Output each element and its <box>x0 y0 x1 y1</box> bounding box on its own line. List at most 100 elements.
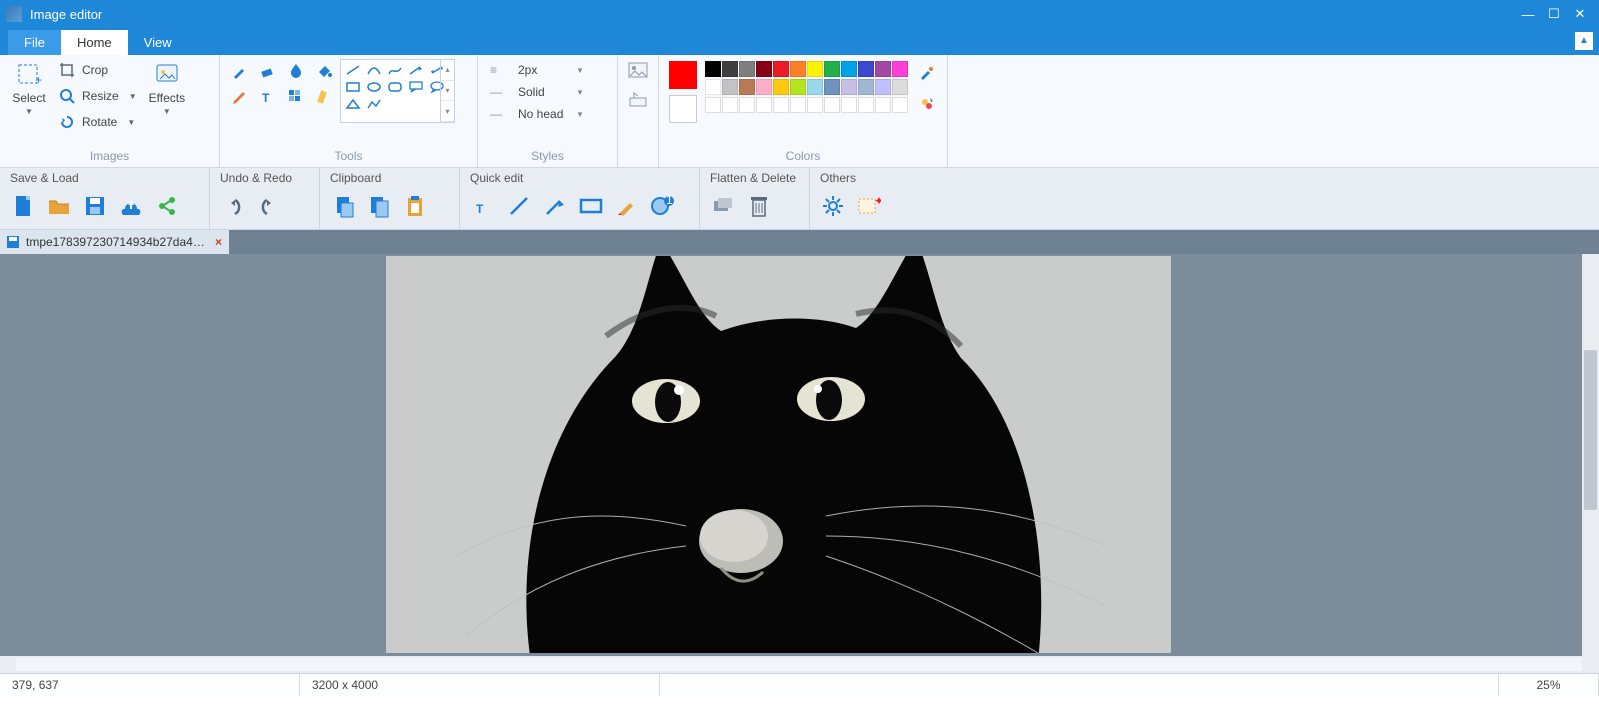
color-swatch[interactable] <box>722 79 738 95</box>
color-swatch[interactable] <box>841 97 857 113</box>
shapes-scroll[interactable]: ▴▾▾ <box>440 60 454 122</box>
eraser-icon[interactable] <box>258 61 278 81</box>
pencil-icon[interactable] <box>230 87 250 107</box>
blur-icon[interactable] <box>286 61 306 81</box>
rectangle-icon[interactable] <box>344 80 362 94</box>
speech-rect-icon[interactable] <box>407 80 425 94</box>
effects-panel-icon[interactable]: ✦ <box>856 193 882 219</box>
curve-icon[interactable] <box>365 63 383 77</box>
image-canvas[interactable] <box>386 256 1171 653</box>
crop-button[interactable]: Crop <box>54 59 141 81</box>
color-swatch[interactable] <box>756 79 772 95</box>
color-swatch[interactable] <box>739 97 755 113</box>
canvas-viewport[interactable] <box>16 256 1540 653</box>
color-swatch[interactable] <box>773 61 789 77</box>
document-tab[interactable]: tmpe178397230714934b27da465c... × <box>0 230 229 254</box>
quick-line-icon[interactable] <box>506 193 532 219</box>
rounded-rect-icon[interactable] <box>386 80 404 94</box>
freehand-icon[interactable] <box>386 63 404 77</box>
quick-highlight-icon[interactable] <box>614 193 640 219</box>
tab-home[interactable]: Home <box>61 30 128 55</box>
tab-view[interactable]: View <box>128 30 188 55</box>
color-swatch[interactable] <box>773 97 789 113</box>
primary-color-swatch[interactable] <box>669 61 697 89</box>
arrow-icon[interactable] <box>407 63 425 77</box>
color-swatch[interactable] <box>705 97 721 113</box>
horizontal-scrollbar[interactable] <box>0 656 1599 673</box>
color-swatch[interactable] <box>824 61 840 77</box>
color-swatch[interactable] <box>722 97 738 113</box>
save-icon[interactable] <box>82 193 108 219</box>
fill-icon[interactable] <box>314 61 334 81</box>
color-swatch[interactable] <box>841 61 857 77</box>
undo-icon[interactable] <box>220 193 246 219</box>
open-folder-icon[interactable] <box>46 193 72 219</box>
color-swatch[interactable] <box>790 61 806 77</box>
vertical-scrollbar[interactable] <box>1582 254 1599 656</box>
color-swatch[interactable] <box>705 79 721 95</box>
minimize-button[interactable]: — <box>1515 4 1541 24</box>
line-icon[interactable] <box>344 63 362 77</box>
quick-counter-icon[interactable]: 1 <box>650 193 676 219</box>
quick-text-icon[interactable]: T <box>470 193 496 219</box>
settings-icon[interactable] <box>820 193 846 219</box>
marker-icon[interactable] <box>314 87 334 107</box>
ellipse-icon[interactable] <box>365 80 383 94</box>
color-swatch[interactable] <box>892 97 908 113</box>
color-swatch[interactable] <box>756 61 772 77</box>
pixelate-icon[interactable] <box>286 87 306 107</box>
resize-button[interactable]: Resize ▼ <box>54 85 141 107</box>
insert-step-icon[interactable] <box>628 89 648 109</box>
color-swatch[interactable] <box>807 79 823 95</box>
color-swatch[interactable] <box>807 61 823 77</box>
color-swatch[interactable] <box>875 61 891 77</box>
color-swatch[interactable] <box>875 79 891 95</box>
flatten-icon[interactable] <box>710 193 736 219</box>
maximize-button[interactable]: ☐ <box>1541 4 1567 24</box>
shapes-gallery[interactable]: ▴▾▾ <box>340 59 455 123</box>
select-button[interactable]: + Select ▼ <box>8 59 50 118</box>
arrow-head-selector[interactable]: — No head ▼ <box>486 106 588 122</box>
tab-file[interactable]: File <box>8 30 61 55</box>
polyline-icon[interactable] <box>365 97 383 111</box>
status-zoom[interactable]: 25% <box>1499 674 1599 696</box>
line-width-selector[interactable]: ≡ 2px ▼ <box>486 62 588 78</box>
secondary-color-swatch[interactable] <box>669 95 697 123</box>
close-button[interactable]: ✕ <box>1567 4 1593 24</box>
ribbon-collapse-button[interactable]: ▲ <box>1575 32 1593 50</box>
triangle-icon[interactable] <box>344 97 362 111</box>
share-icon[interactable] <box>154 193 180 219</box>
color-swatch[interactable] <box>722 61 738 77</box>
color-swatch[interactable] <box>790 97 806 113</box>
color-wheel-icon[interactable] <box>916 93 936 113</box>
color-picker-icon[interactable] <box>916 63 936 83</box>
color-swatch[interactable] <box>875 97 891 113</box>
brush-icon[interactable] <box>230 61 250 81</box>
color-swatch[interactable] <box>807 97 823 113</box>
rotate-button[interactable]: Rotate ▼ <box>54 111 141 133</box>
color-swatch[interactable] <box>858 79 874 95</box>
color-swatch[interactable] <box>858 61 874 77</box>
cut-icon[interactable] <box>330 193 356 219</box>
upload-icon[interactable] <box>118 193 144 219</box>
color-swatch[interactable] <box>841 79 857 95</box>
color-swatch[interactable] <box>756 97 772 113</box>
color-swatch[interactable] <box>739 79 755 95</box>
color-swatch[interactable] <box>705 61 721 77</box>
delete-icon[interactable] <box>746 193 772 219</box>
effects-button[interactable]: Effects ▼ <box>145 59 189 118</box>
color-swatch[interactable] <box>824 97 840 113</box>
color-swatch[interactable] <box>790 79 806 95</box>
quick-rect-icon[interactable] <box>578 193 604 219</box>
color-swatch[interactable] <box>858 97 874 113</box>
line-style-selector[interactable]: — Solid ▼ <box>486 84 588 100</box>
redo-icon[interactable] <box>256 193 282 219</box>
color-swatch[interactable] <box>892 79 908 95</box>
insert-image-icon[interactable] <box>628 61 648 81</box>
color-swatch[interactable] <box>773 79 789 95</box>
copy-icon[interactable] <box>366 193 392 219</box>
color-swatch[interactable] <box>739 61 755 77</box>
text-icon[interactable]: T <box>258 87 278 107</box>
color-swatch[interactable] <box>892 61 908 77</box>
paste-icon[interactable] <box>402 193 428 219</box>
